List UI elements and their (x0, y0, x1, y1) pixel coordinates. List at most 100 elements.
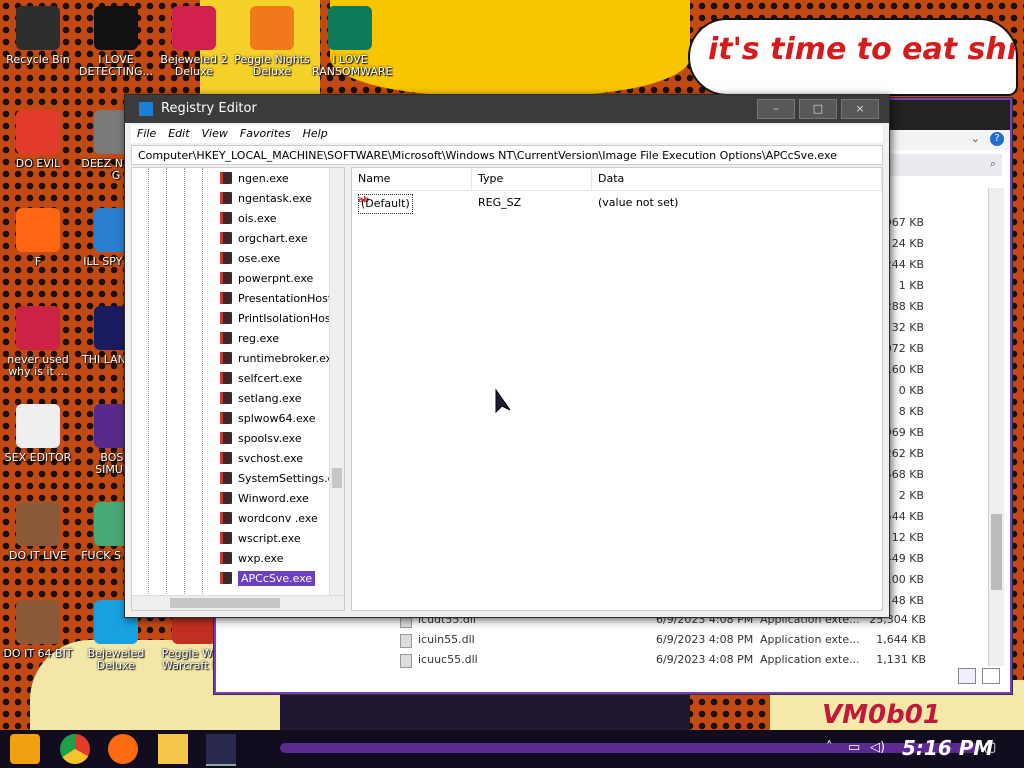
tree-item[interactable]: ois.exe (220, 210, 277, 228)
scrollbar-thumb[interactable] (332, 468, 342, 488)
desktop-icon[interactable]: I LOVE DETECTING... (78, 6, 154, 78)
file-type: Application exte... (760, 633, 860, 646)
tree-item[interactable]: splwow64.exe (220, 410, 316, 428)
maximize-button[interactable]: □ (799, 99, 837, 119)
tree-item[interactable]: orgchart.exe (220, 230, 308, 248)
speech-bubble: it's time to eat shit and die and chew (688, 18, 1018, 96)
clock[interactable]: 5:16 PM (902, 736, 993, 760)
firefox-icon[interactable] (108, 734, 138, 764)
desktop-icon-label: DO IT LIVE (9, 549, 67, 562)
registry-key-folder-icon (220, 492, 232, 504)
desktop-icon[interactable]: F (0, 208, 76, 268)
desktop-icon[interactable]: I LOVE RANSOMWARE (312, 6, 392, 78)
desktop-icon[interactable]: Bejeweled 2 Deluxe (156, 6, 232, 78)
registry-key-folder-icon (220, 252, 232, 264)
network-icon[interactable]: ▭ (848, 740, 860, 755)
tree-vertical-scrollbar[interactable] (329, 168, 344, 596)
tree-item[interactable]: ngen.exe (220, 170, 289, 188)
tree-item-label: powerpnt.exe (238, 272, 314, 285)
chrome-icon[interactable] (60, 734, 90, 764)
explorer-vertical-scrollbar[interactable] (988, 188, 1004, 666)
chevron-down-icon[interactable]: ⌄ (971, 132, 980, 145)
tree-item[interactable]: setlang.exe (220, 390, 302, 408)
desktop-icon[interactable]: DO EVIL (0, 110, 76, 170)
desktop-icon[interactable]: Recycle Bin (0, 6, 76, 66)
tree-item[interactable]: SystemSettings.e (220, 470, 334, 488)
tree-item[interactable]: svchost.exe (220, 450, 303, 468)
explorer-search-box[interactable]: ⌕ (886, 154, 1002, 176)
file-explorer-icon[interactable] (158, 734, 188, 764)
desktop-icon-label: I LOVE DETECTING... (79, 53, 153, 78)
menu-favorites[interactable]: Favorites (234, 125, 297, 142)
desktop-icon[interactable]: DO IT 64 BIT (0, 600, 76, 660)
tree-item[interactable]: reg.exe (220, 330, 279, 348)
desktop-icon-label: Peggle Nights Deluxe (234, 53, 310, 78)
registry-key-folder-icon (220, 292, 232, 304)
explorer-view-tiles-icon[interactable] (982, 668, 1000, 684)
regedit-titlebar[interactable]: Registry Editor – □ × (125, 95, 889, 123)
tree-item-label: ngen.exe (238, 172, 289, 185)
tree-item[interactable]: spoolsv.exe (220, 430, 302, 448)
desktop-icon[interactable]: Peggle Nights Deluxe (234, 6, 310, 78)
desktop-icon-label: never used why is it ... (7, 353, 69, 378)
tree-item[interactable]: wxp.exe (220, 550, 284, 568)
publisher-icon (328, 6, 372, 50)
tree-horizontal-scrollbar[interactable] (132, 595, 344, 610)
tree-item[interactable]: ngentask.exe (220, 190, 312, 208)
registry-key-folder-icon (220, 572, 232, 584)
menu-edit[interactable]: Edit (162, 125, 195, 142)
column-header-name[interactable]: Name (352, 168, 472, 190)
scrollbar-thumb[interactable] (991, 514, 1002, 590)
help-icon[interactable]: ? (990, 132, 1004, 146)
registry-editor-window[interactable]: Registry Editor – □ × File Edit View Favori… (124, 94, 890, 618)
minimize-button[interactable]: – (757, 99, 795, 119)
close-button[interactable]: × (841, 99, 879, 119)
tree-item[interactable]: Winword.exe (220, 490, 309, 508)
registry-key-folder-icon (220, 432, 232, 444)
desktop-icon[interactable]: DO IT LIVE (0, 502, 76, 562)
registry-editor-icon[interactable] (206, 734, 236, 766)
file-size: 1,644 KB (876, 633, 926, 646)
file-row[interactable]: icuin55.dll 6/9/2023 4:08 PM Application e… (396, 630, 926, 650)
explorer-view-details-icon[interactable] (958, 668, 976, 684)
menu-bar: File Edit View Favorites Help (131, 125, 883, 143)
tree-item[interactable]: powerpnt.exe (220, 270, 313, 288)
tree-item[interactable]: wscript.exe (220, 530, 301, 548)
notifications-icon[interactable]: ▢ (984, 740, 996, 755)
file-row[interactable]: icuuc55.dll 6/9/2023 4:08 PM Application e… (396, 650, 926, 670)
tree-item[interactable]: wordconv .exe (220, 510, 318, 528)
start-icon[interactable] (10, 734, 40, 764)
registry-key-folder-icon (220, 172, 232, 184)
key-tree-pane[interactable]: ngen.exe ngentask.exe ois.exe orgchart.exe o… (131, 167, 345, 611)
desktop-icon[interactable]: SEX EDITOR (0, 404, 76, 464)
tree-item[interactable]: PresentationHost. (220, 290, 336, 308)
portrait-icon (16, 502, 60, 546)
file-size: 1,131 KB (876, 653, 926, 666)
tree-item[interactable]: runtimebroker.ex (220, 350, 332, 368)
scrollbar-thumb[interactable] (170, 598, 280, 608)
registry-key-folder-icon (220, 372, 232, 384)
desktop-icon-label: Recycle Bin (6, 53, 70, 66)
tree-item[interactable]: ose.exe (220, 250, 280, 268)
file-date: 6/9/2023 4:08 PM (656, 653, 754, 666)
volume-icon[interactable]: ◁) (870, 740, 885, 755)
chevron-up-icon[interactable]: ˄ (826, 740, 833, 755)
desktop-icon[interactable]: never used why is it ... (0, 306, 76, 378)
registry-key-folder-icon (220, 332, 232, 344)
menu-help[interactable]: Help (297, 125, 334, 142)
column-header-type[interactable]: Type (472, 168, 592, 190)
tree-item[interactable]: selfcert.exe (220, 370, 302, 388)
values-pane[interactable]: Name Type Data ab (Default) REG_SZ (value… (351, 167, 883, 611)
address-bar[interactable]: Computer\HKEY_LOCAL_MACHINE\SOFTWARE\Mic… (131, 145, 883, 165)
menu-file[interactable]: File (131, 125, 162, 142)
tree-item[interactable]: APCcSve.exe (220, 570, 316, 588)
search-icon: ⌕ (989, 157, 996, 170)
tree-item[interactable]: PrintIsolationHos (220, 310, 331, 328)
column-header-data[interactable]: Data (592, 168, 882, 190)
registry-key-folder-icon (220, 452, 232, 464)
tree-item-label: spoolsv.exe (238, 432, 302, 445)
speech-text: it's time to eat shit and die and chew (708, 32, 1018, 67)
tree-item-label: SystemSettings.e (238, 472, 335, 485)
value-row[interactable]: ab (Default) REG_SZ (value not set) (352, 194, 882, 214)
menu-view[interactable]: View (196, 125, 234, 142)
